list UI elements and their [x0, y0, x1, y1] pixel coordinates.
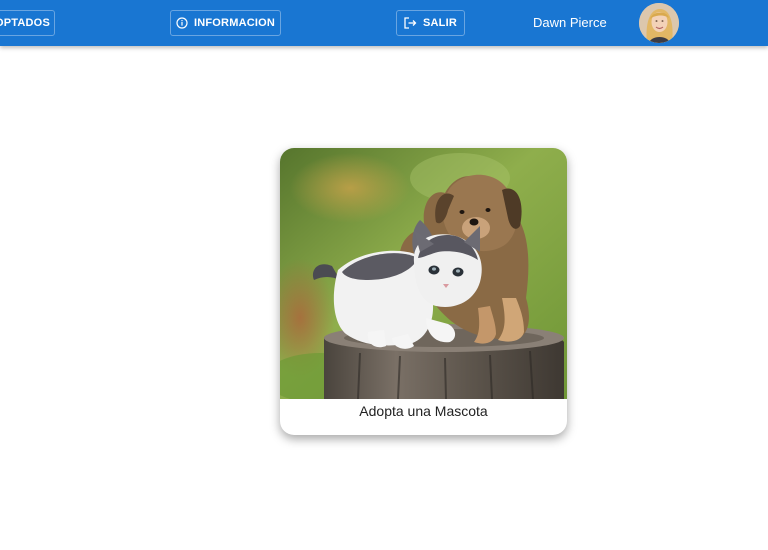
top-app-bar: OPTADOS INFORMACION SALIR Dawn Pierce: [0, 0, 768, 46]
logout-icon: [404, 17, 417, 29]
salir-button[interactable]: SALIR: [396, 10, 465, 36]
info-circle-icon: [176, 17, 188, 29]
adoptados-button[interactable]: OPTADOS: [0, 10, 55, 36]
adoptados-label: OPTADOS: [0, 17, 50, 29]
adopt-pet-card[interactable]: Adopta una Mascota: [280, 148, 567, 435]
puppy-kitten-photo: [280, 148, 567, 399]
salir-label: SALIR: [423, 17, 457, 29]
user-name: Dawn Pierce: [533, 15, 607, 30]
informacion-button[interactable]: INFORMACION: [170, 10, 281, 36]
card-title: Adopta una Mascota: [359, 403, 488, 419]
informacion-label: INFORMACION: [193, 17, 276, 29]
avatar[interactable]: [639, 3, 679, 43]
